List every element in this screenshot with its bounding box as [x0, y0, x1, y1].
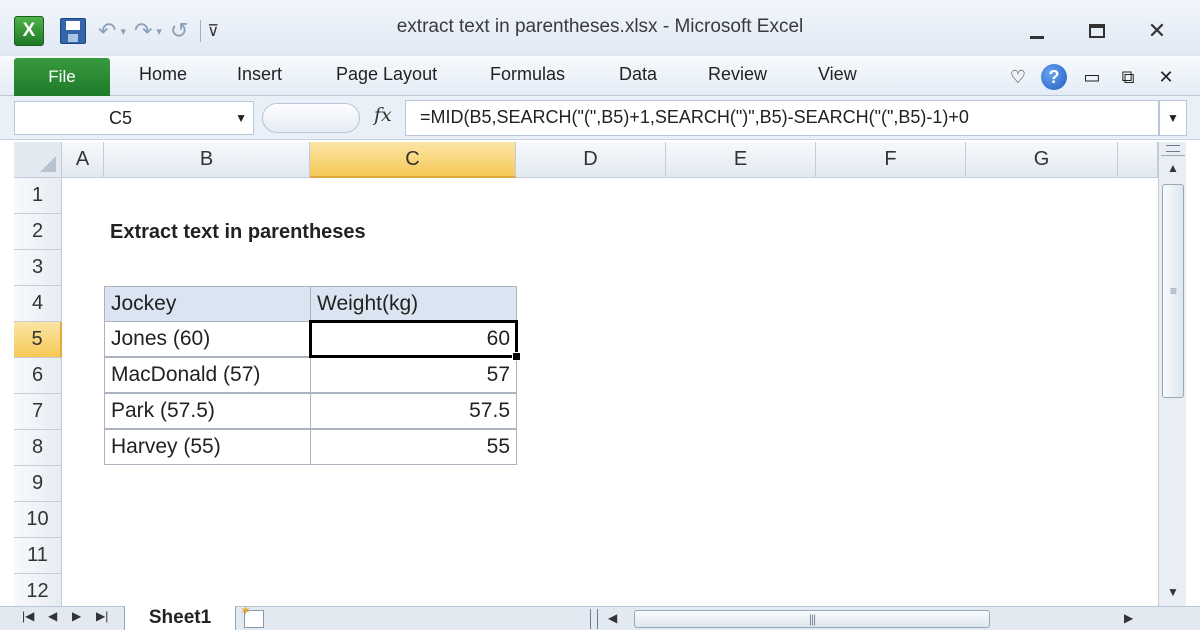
table-cell-jockey[interactable]: Park (57.5) — [104, 393, 311, 429]
restore-icon — [1089, 24, 1105, 38]
qat-separator — [200, 20, 202, 42]
cell-b2-title[interactable]: Extract text in parentheses — [104, 214, 372, 250]
horizontal-scrollbar[interactable]: ◀ ||| ▶ — [590, 609, 1146, 629]
repeat-button[interactable]: ↺ — [170, 18, 188, 44]
redo-button[interactable]: ↷ — [134, 18, 152, 44]
column-header-e[interactable]: E — [666, 142, 816, 178]
file-tab[interactable]: File — [14, 58, 110, 96]
row-header-12[interactable]: 12 — [14, 574, 62, 606]
undo-button[interactable]: ↶ — [98, 18, 116, 44]
tab-review[interactable]: Review — [708, 64, 767, 85]
tab-formulas[interactable]: Formulas — [490, 64, 565, 85]
sheet-tab-sheet1[interactable]: Sheet1 — [124, 606, 236, 630]
first-sheet-icon[interactable]: |◀ — [22, 609, 34, 623]
table-cell-jockey[interactable]: Jones (60) — [104, 321, 311, 357]
worksheet-grid: A B C D E F G 1 2 3 4 5 6 7 8 9 10 11 12… — [14, 142, 1158, 606]
sheet-tab-bar: |◀ ◀ ▶ ▶| Sheet1 ◀ ||| ▶ — [0, 603, 1200, 630]
undo-dropdown-icon[interactable]: ▾ — [120, 25, 126, 38]
expand-formula-bar-icon[interactable]: ▼ — [1159, 100, 1187, 136]
formula-bar-splitter[interactable] — [262, 103, 360, 133]
name-box-value: C5 — [109, 108, 133, 128]
tab-insert[interactable]: Insert — [237, 64, 282, 85]
minimize-button[interactable] — [1010, 14, 1064, 48]
excel-app-icon[interactable]: X — [14, 16, 44, 46]
table-cell-weight[interactable]: 55 — [310, 429, 517, 465]
row-header-8[interactable]: 8 — [14, 430, 62, 466]
formula-input[interactable]: =MID(B5,SEARCH("(",B5)+1,SEARCH(")",B5)-… — [405, 100, 1159, 136]
formula-bar: C5 ▼ fx =MID(B5,SEARCH("(",B5)+1,SEARCH(… — [0, 96, 1200, 140]
select-all-button[interactable] — [14, 142, 62, 178]
row-header-5[interactable]: 5 — [14, 322, 62, 358]
workbook-minimize-button[interactable]: ▭ — [1078, 60, 1106, 94]
grip-icon: ||| — [808, 612, 816, 626]
next-sheet-icon[interactable]: ▶ — [72, 609, 81, 623]
workbook-restore-icon: ⧉ — [1121, 66, 1135, 87]
table-cell-jockey[interactable]: Harvey (55) — [104, 429, 311, 465]
cell-area[interactable]: Extract text in parentheses Jockey Weigh… — [62, 178, 1158, 606]
minimize-icon — [1030, 35, 1044, 39]
vertical-scroll-thumb[interactable]: ≡ — [1162, 184, 1184, 398]
tab-home[interactable]: Home — [139, 64, 187, 85]
column-header-g[interactable]: G — [966, 142, 1118, 178]
row-header-9[interactable]: 9 — [14, 466, 62, 502]
last-sheet-icon[interactable]: ▶| — [96, 609, 108, 623]
scroll-down-arrow-icon[interactable]: ▼ — [1159, 580, 1187, 604]
row-header-6[interactable]: 6 — [14, 358, 62, 394]
ribbon-toggle-icon: ♡ — [1009, 66, 1027, 87]
tab-page-layout[interactable]: Page Layout — [336, 64, 437, 85]
column-header-b[interactable]: B — [104, 142, 310, 178]
row-header-1[interactable]: 1 — [14, 178, 62, 214]
column-header-d[interactable]: D — [516, 142, 666, 178]
horizontal-split-box[interactable] — [590, 609, 598, 629]
tab-view[interactable]: View — [818, 64, 857, 85]
workbook-close-icon: ✕ — [1158, 66, 1174, 87]
row-header-3[interactable]: 3 — [14, 250, 62, 286]
scroll-up-arrow-icon[interactable]: ▲ — [1159, 156, 1187, 180]
table-cell-weight[interactable]: 57 — [310, 357, 517, 393]
column-header-a[interactable]: A — [62, 142, 104, 178]
save-button[interactable] — [48, 16, 86, 46]
help-button[interactable]: ? — [1038, 60, 1070, 94]
scroll-left-arrow-icon[interactable]: ◀ — [608, 611, 617, 625]
horizontal-scroll-thumb[interactable]: ||| — [634, 610, 990, 628]
scroll-right-arrow-icon[interactable]: ▶ — [1124, 611, 1133, 625]
table-cell-weight[interactable]: 57.5 — [310, 393, 517, 429]
workbook-restore-button[interactable]: ⧉ — [1114, 60, 1142, 94]
table-cell-jockey[interactable]: MacDonald (57) — [104, 357, 311, 393]
table-cell-weight[interactable]: 60 — [310, 321, 517, 357]
prev-sheet-icon[interactable]: ◀ — [48, 609, 57, 623]
row-header-2[interactable]: 2 — [14, 214, 62, 250]
close-button[interactable]: ✕ — [1130, 14, 1184, 48]
tab-data[interactable]: Data — [619, 64, 657, 85]
insert-function-icon[interactable]: fx — [374, 104, 392, 126]
name-box[interactable]: C5 ▼ — [14, 101, 254, 135]
workbook-minimize-icon: ▭ — [1083, 66, 1101, 87]
restore-button[interactable] — [1070, 14, 1124, 48]
help-icon: ? — [1041, 64, 1067, 90]
save-icon — [60, 18, 86, 44]
insert-worksheet-icon[interactable] — [240, 603, 264, 628]
minimize-ribbon-button[interactable]: ♡ — [1004, 60, 1032, 94]
excel-logo-icon: X — [14, 16, 44, 46]
row-header-11[interactable]: 11 — [14, 538, 62, 574]
row-header-4[interactable]: 4 — [14, 286, 62, 322]
close-icon: ✕ — [1147, 18, 1167, 43]
name-box-dropdown-icon[interactable]: ▼ — [235, 111, 247, 125]
customize-qat-icon[interactable]: ⊽ — [207, 21, 219, 41]
quick-access-toolbar: X ↶ ▾ ↷ ▾ ↺ ⊽ — [14, 15, 219, 47]
title-bar: X ↶ ▾ ↷ ▾ ↺ ⊽ extract text in parenthese… — [0, 0, 1200, 56]
workbook-close-button[interactable]: ✕ — [1152, 60, 1180, 94]
column-header-c[interactable]: C — [310, 142, 516, 178]
table-header-jockey[interactable]: Jockey — [104, 286, 311, 322]
vertical-scrollbar[interactable]: ▲ ≡ ▼ — [1158, 142, 1186, 606]
redo-dropdown-icon[interactable]: ▾ — [156, 25, 162, 38]
grip-icon: ≡ — [1169, 284, 1177, 298]
column-header-next[interactable] — [1118, 142, 1158, 178]
table-header-weight[interactable]: Weight(kg) — [310, 286, 517, 322]
row-header-7[interactable]: 7 — [14, 394, 62, 430]
column-header-f[interactable]: F — [816, 142, 966, 178]
ribbon-tabs: File Home Insert Page Layout Formulas Da… — [0, 56, 1200, 96]
row-header-10[interactable]: 10 — [14, 502, 62, 538]
vertical-split-box[interactable] — [1161, 142, 1185, 156]
